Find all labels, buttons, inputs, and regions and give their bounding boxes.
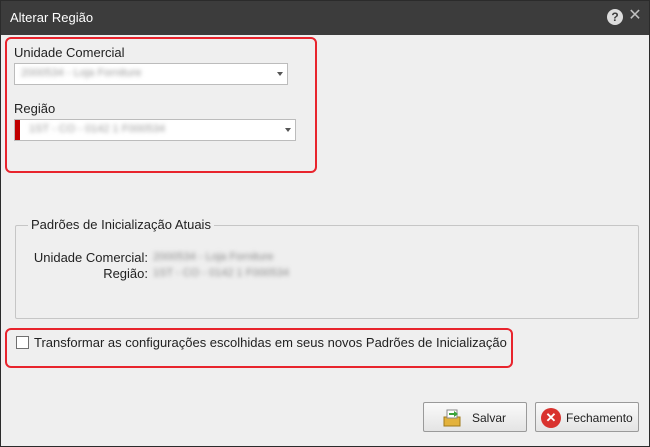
checkbox-highlight [5, 328, 513, 368]
dialog-window: Alterar Região ? ✕ Unidade Comercial 200… [0, 0, 650, 447]
defaults-unidade-value: 2000534 - Loja Forniture [153, 251, 274, 263]
close-button-label: Fechamento [566, 411, 633, 425]
save-icon [443, 409, 461, 427]
close-button[interactable]: ✕ Fechamento [535, 402, 639, 432]
defaults-unidade-label: Unidade Comercial: [33, 250, 148, 265]
form-highlight [5, 37, 317, 173]
cancel-icon: ✕ [541, 408, 561, 428]
defaults-regiao-label: Região: [103, 266, 148, 281]
defaults-title: Padrões de Inicialização Atuais [28, 217, 214, 232]
help-icon[interactable]: ? [607, 9, 623, 25]
save-button-label: Salvar [472, 411, 507, 425]
save-button[interactable]: Salvar [423, 402, 527, 432]
defaults-regiao-value: 1ST - CO - 0142 1 F000534 [153, 267, 290, 279]
window-title: Alterar Região [10, 10, 94, 25]
close-icon[interactable]: ✕ [628, 7, 642, 25]
title-bar: Alterar Região ? ✕ [1, 1, 649, 35]
